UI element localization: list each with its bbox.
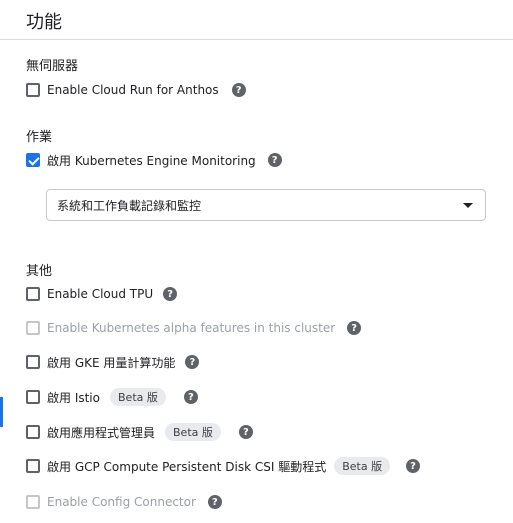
feature-row-cloud-run[interactable]: Enable Cloud Run for Anthos ? — [26, 80, 246, 100]
feature-label: Enable Cloud Run for Anthos — [47, 83, 219, 97]
monitoring-checkbox[interactable] — [26, 153, 40, 167]
beta-badge: Beta 版 — [165, 423, 221, 441]
page-title: 功能 — [26, 12, 62, 33]
left-nav-accent — [0, 397, 3, 427]
app-manager-checkbox[interactable] — [26, 425, 40, 439]
alpha-features-checkbox — [26, 321, 40, 335]
feature-label: 啟用 Istio — [47, 390, 100, 405]
arrow-drop-down-icon — [463, 203, 473, 208]
help-icon[interactable]: ? — [347, 321, 362, 335]
help-icon[interactable]: ? — [267, 153, 282, 167]
title-divider — [0, 39, 513, 40]
help-icon[interactable]: ? — [183, 390, 198, 404]
cloud-tpu-checkbox[interactable] — [26, 287, 40, 301]
help-icon[interactable]: ? — [231, 83, 246, 97]
feature-row-alpha-features: Enable Kubernetes alpha features in this… — [26, 318, 362, 338]
section-title-serverless: 無伺服器 — [26, 59, 79, 74]
help-icon[interactable]: ? — [238, 425, 253, 439]
beta-badge: Beta 版 — [110, 388, 166, 406]
feature-label: 啟用 Kubernetes Engine Monitoring — [47, 153, 256, 168]
feature-label: Enable Cloud TPU — [47, 287, 154, 301]
beta-badge: Beta 版 — [334, 457, 391, 475]
feature-row-istio[interactable]: 啟用 Istio Beta 版 ? — [26, 387, 198, 407]
feature-label: 啟用 GKE 用量計算功能 — [47, 355, 176, 370]
cloud-run-checkbox[interactable] — [26, 83, 40, 97]
help-icon[interactable]: ? — [406, 459, 421, 473]
help-icon[interactable]: ? — [207, 495, 222, 509]
feature-label: Enable Kubernetes alpha features in this… — [47, 321, 336, 335]
feature-row-config-connector: Enable Config Connector ? — [26, 492, 222, 512]
feature-row-pd-csi-driver[interactable]: 啟用 GCP Compute Persistent Disk CSI 驅動程式 … — [26, 456, 421, 476]
pd-csi-driver-checkbox[interactable] — [26, 459, 40, 473]
help-icon[interactable]: ? — [185, 355, 200, 369]
feature-row-app-manager[interactable]: 啟用應用程式管理員 Beta 版 ? — [26, 422, 253, 442]
config-connector-checkbox — [26, 495, 40, 509]
section-title-other: 其他 — [26, 264, 53, 279]
gke-usage-metering-checkbox[interactable] — [26, 355, 40, 369]
help-icon[interactable]: ? — [163, 287, 178, 301]
section-title-operations: 作業 — [26, 130, 53, 145]
feature-label: 啟用 GCP Compute Persistent Disk CSI 驅動程式 — [47, 459, 327, 474]
feature-row-monitoring[interactable]: 啟用 Kubernetes Engine Monitoring ? — [26, 150, 282, 170]
istio-checkbox[interactable] — [26, 390, 40, 404]
feature-label: 啟用應用程式管理員 — [47, 425, 156, 440]
select-value: 系統和工作負載記錄和監控 — [57, 198, 202, 213]
feature-row-cloud-tpu[interactable]: Enable Cloud TPU ? — [26, 284, 178, 304]
feature-row-gke-usage-metering[interactable]: 啟用 GKE 用量計算功能 ? — [26, 352, 200, 372]
monitoring-mode-select[interactable]: 系統和工作負載記錄和監控 — [46, 189, 486, 221]
feature-label: Enable Config Connector — [47, 495, 196, 509]
